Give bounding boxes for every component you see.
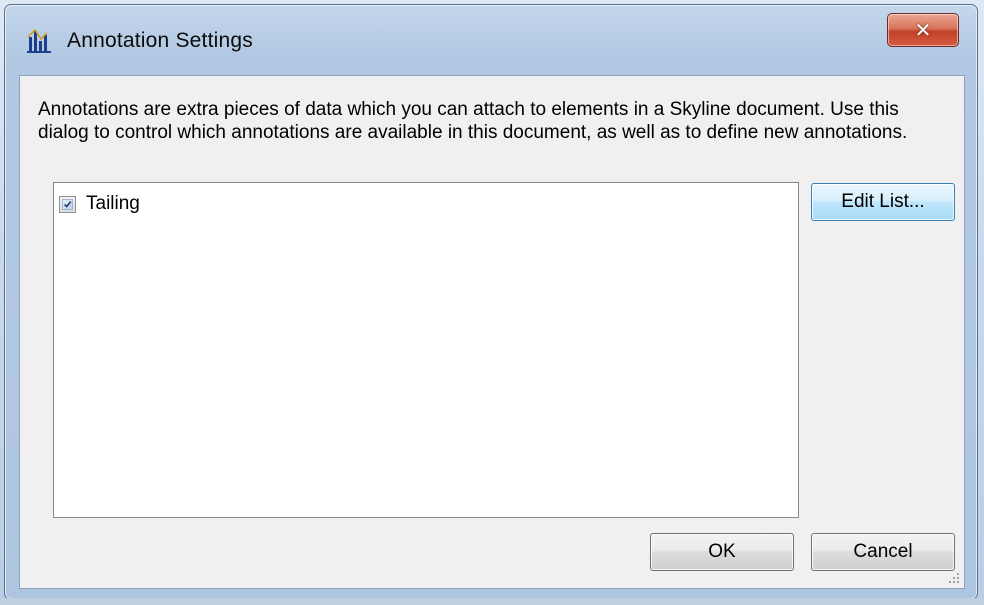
tailing-checkbox[interactable] (59, 195, 76, 213)
edit-list-button[interactable]: Edit List... (811, 183, 955, 221)
close-icon: ✕ (914, 18, 932, 42)
checkmark-icon (62, 198, 73, 210)
window-title: Annotation Settings (67, 29, 253, 52)
cancel-button[interactable]: Cancel (811, 533, 955, 571)
background-strip (0, 598, 984, 605)
annotations-checked-list[interactable]: Tailing (53, 182, 799, 518)
title-bar[interactable]: Annotation Settings ✕ (5, 5, 977, 77)
annotation-settings-dialog: Annotation Settings ✕ Annotations are ex… (4, 4, 978, 600)
dialog-client-area: Annotations are extra pieces of data whi… (19, 75, 965, 589)
description-text: Annotations are extra pieces of data whi… (38, 99, 908, 143)
skyline-app-icon (27, 28, 51, 53)
ok-button[interactable]: OK (650, 533, 794, 571)
resize-grip-icon[interactable] (946, 570, 960, 584)
list-item-label: Tailing (86, 193, 140, 214)
desktop-background: Annotation Settings ✕ Annotations are ex… (0, 0, 984, 605)
close-button[interactable]: ✕ (887, 13, 959, 47)
list-item-tailing[interactable]: Tailing (59, 191, 140, 217)
